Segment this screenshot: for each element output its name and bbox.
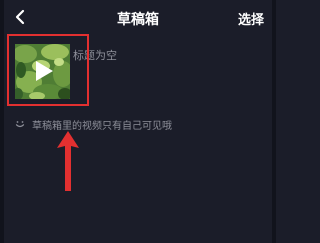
- play-icon: [31, 59, 55, 83]
- tip-text: 草稿箱里的视频只有自己可见哦: [32, 120, 172, 132]
- draft-title: 标题为空: [73, 49, 117, 62]
- draft-item[interactable]: 标题为空: [10, 37, 278, 105]
- drafts-screen: 草稿箱 选择 标题为空 草稿箱里的视频只有自己可见哦: [0, 0, 276, 243]
- page-title: 草稿箱: [117, 12, 159, 28]
- draft-thumbnail[interactable]: [15, 44, 70, 99]
- smile-icon: [14, 118, 26, 130]
- chevron-left-icon: [15, 9, 25, 25]
- privacy-tip: 草稿箱里的视频只有自己可见哦: [14, 117, 172, 132]
- select-button[interactable]: 选择: [238, 9, 264, 28]
- annotation-arrow: [56, 131, 80, 191]
- back-button[interactable]: [12, 8, 30, 26]
- top-bar: 草稿箱 选择: [4, 0, 272, 36]
